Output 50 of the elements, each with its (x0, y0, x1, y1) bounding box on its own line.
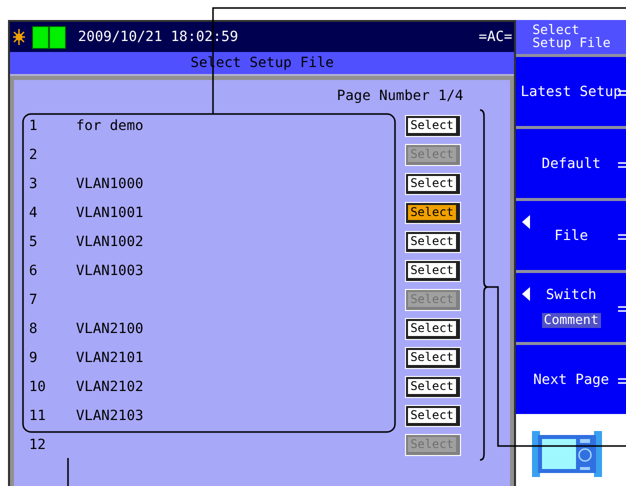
row-number: 10 (29, 378, 47, 394)
file-name: VLAN1003 (76, 262, 144, 278)
file-name: VLAN2103 (76, 408, 144, 424)
battery-icon (32, 26, 66, 48)
file-name: VLAN2102 (76, 378, 144, 394)
select-button[interactable]: Select (406, 260, 460, 280)
row-number: 5 (29, 234, 38, 250)
date-time: 2009/10/21 18:02:59 (78, 29, 238, 45)
row-number: 4 (29, 204, 38, 220)
select-button[interactable]: Select (406, 406, 460, 426)
key-marker-icon (618, 378, 626, 384)
row-number: 3 (29, 176, 38, 192)
soft-key[interactable]: File (516, 201, 626, 270)
file-name: VLAN1002 (76, 234, 144, 250)
file-name: VLAN1000 (76, 176, 144, 192)
page-number: Page Number 1/4 (336, 88, 464, 106)
row-number: 8 (29, 320, 38, 336)
soft-key[interactable]: Latest Setup (516, 57, 626, 126)
select-button[interactable]: Select (406, 318, 460, 338)
menu-title: Select Setup File (516, 20, 626, 54)
row-number: 7 (29, 292, 38, 308)
file-name: VLAN2100 (76, 320, 144, 336)
file-name: VLAN1001 (76, 204, 144, 220)
soft-key[interactable]: Next Page (516, 345, 626, 414)
row-number: 9 (29, 350, 38, 366)
key-marker-icon (618, 162, 626, 168)
left-triangle-icon (522, 215, 530, 229)
row-number: 1 (29, 118, 38, 134)
leader-line (67, 458, 69, 486)
device-icon (532, 431, 602, 477)
file-name: VLAN2101 (76, 350, 144, 366)
soft-key[interactable]: Default (516, 129, 626, 198)
power-indicator: =AC= (478, 29, 512, 45)
select-button[interactable]: Select (406, 174, 460, 194)
select-button[interactable]: Select (406, 232, 460, 252)
select-button[interactable]: Select (406, 116, 460, 136)
select-button[interactable]: Select (406, 376, 460, 396)
sun-icon (12, 27, 26, 47)
option-badge: Comment (542, 313, 601, 328)
key-marker-icon (618, 306, 626, 312)
row-number: 11 (29, 408, 47, 424)
select-button[interactable]: Select (406, 202, 460, 222)
row-number: 12 (29, 436, 47, 452)
soft-key[interactable]: Switch Comment (516, 273, 626, 342)
row-number: 2 (29, 146, 38, 162)
left-triangle-icon (522, 287, 530, 301)
key-marker-icon (618, 234, 626, 240)
file-name: for demo (76, 118, 144, 134)
row-number: 6 (29, 262, 38, 278)
select-button[interactable]: Select (406, 348, 460, 368)
